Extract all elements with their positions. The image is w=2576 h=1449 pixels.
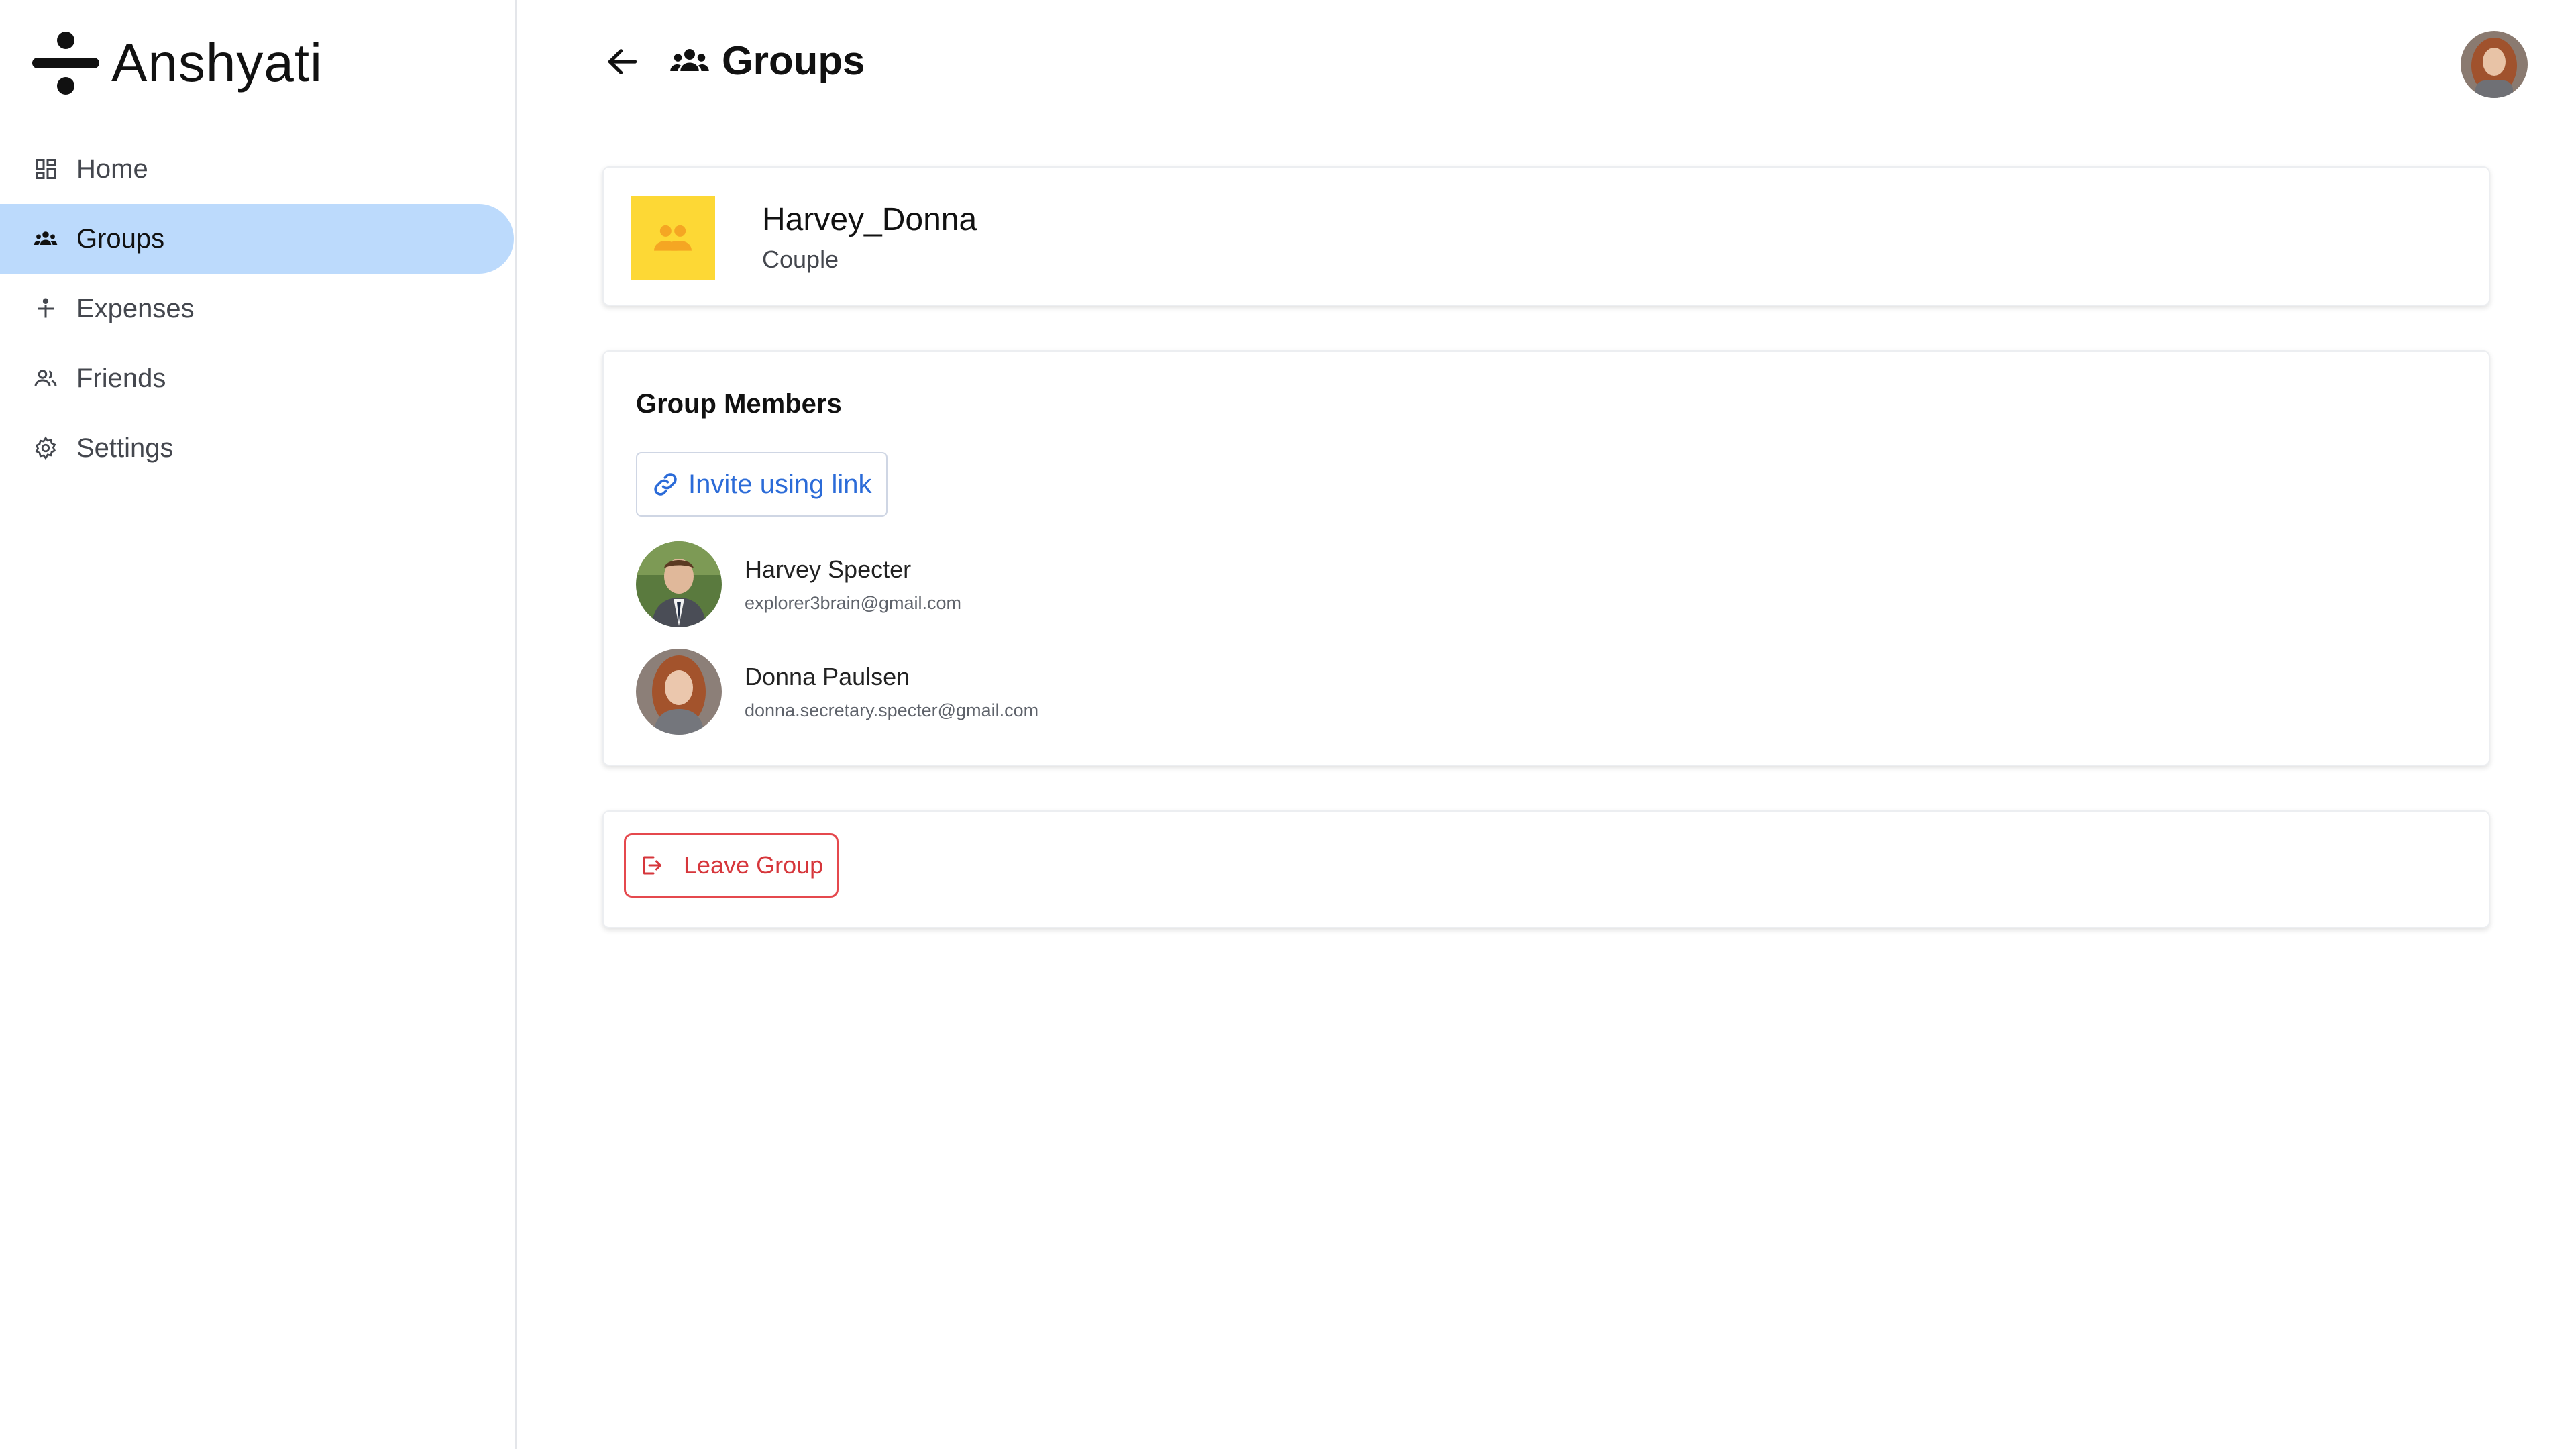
- members-section-title: Group Members: [636, 389, 842, 419]
- sidebar-item-groups[interactable]: Groups: [0, 204, 514, 274]
- gear-icon: [34, 436, 58, 460]
- group-actions-card: Leave Group: [602, 810, 2490, 928]
- sidebar-item-label: Home: [76, 154, 148, 184]
- avatar: [636, 541, 722, 627]
- sidebar-item-settings[interactable]: Settings: [0, 413, 517, 483]
- page-header: Groups: [517, 0, 2576, 134]
- list-item[interactable]: Donna Paulsen donna.secretary.specter@gm…: [636, 648, 1038, 735]
- brand[interactable]: Anshyati: [32, 30, 323, 97]
- dashboard-icon: [34, 157, 58, 181]
- arrow-left-icon: [608, 49, 637, 74]
- group-people-icon: [654, 225, 692, 251]
- member-email: donna.secretary.specter@gmail.com: [745, 700, 1039, 720]
- member-name: Harvey Specter: [745, 555, 912, 583]
- link-icon: [654, 473, 677, 496]
- exit-icon: [643, 856, 661, 875]
- expense-icon: [34, 297, 58, 321]
- user-avatar-image: [2461, 31, 2528, 98]
- friends-icon: [34, 366, 58, 390]
- sidebar-nav: Home Groups Expenses Friends Settings: [0, 134, 517, 483]
- sidebar-item-friends[interactable]: Friends: [0, 343, 517, 413]
- user-avatar[interactable]: [2461, 31, 2528, 98]
- leave-group-button[interactable]: Leave Group: [624, 833, 839, 898]
- invite-link-button[interactable]: Invite using link: [636, 452, 888, 517]
- group-name: Harvey_Donna: [762, 202, 977, 237]
- sidebar-item-label: Groups: [76, 223, 165, 254]
- member-email: explorer3brain@gmail.com: [745, 592, 962, 613]
- groups-icon: [34, 227, 58, 251]
- invite-link-label: Invite using link: [688, 469, 872, 499]
- sidebar-item-label: Settings: [76, 433, 174, 463]
- app-root: Anshyati Home Groups Expenses Friends Se…: [0, 0, 2576, 1449]
- group-members-card: Group Members Invite using link Harvey S…: [602, 350, 2490, 766]
- sidebar-item-label: Expenses: [76, 293, 195, 323]
- page-title-text: Groups: [722, 38, 865, 83]
- brand-name: Anshyati: [111, 33, 323, 93]
- groups-icon: [670, 48, 709, 71]
- divide-icon: [32, 32, 99, 95]
- back-button[interactable]: [602, 42, 643, 82]
- sidebar-item-label: Friends: [76, 363, 166, 393]
- avatar: [636, 649, 722, 735]
- sidebar-item-home[interactable]: Home: [0, 134, 517, 204]
- group-info-card: Harvey_Donna Couple: [602, 166, 2490, 306]
- group-type: Couple: [762, 246, 839, 273]
- sidebar: Anshyati Home Groups Expenses Friends Se…: [0, 0, 517, 1449]
- sidebar-item-expenses[interactable]: Expenses: [0, 274, 517, 343]
- page-title: Groups: [669, 38, 865, 84]
- leave-group-label: Leave Group: [684, 851, 824, 879]
- group-avatar: [631, 196, 715, 280]
- list-item[interactable]: Harvey Specter explorer3brain@gmail.com: [636, 541, 961, 628]
- member-name: Donna Paulsen: [745, 662, 910, 690]
